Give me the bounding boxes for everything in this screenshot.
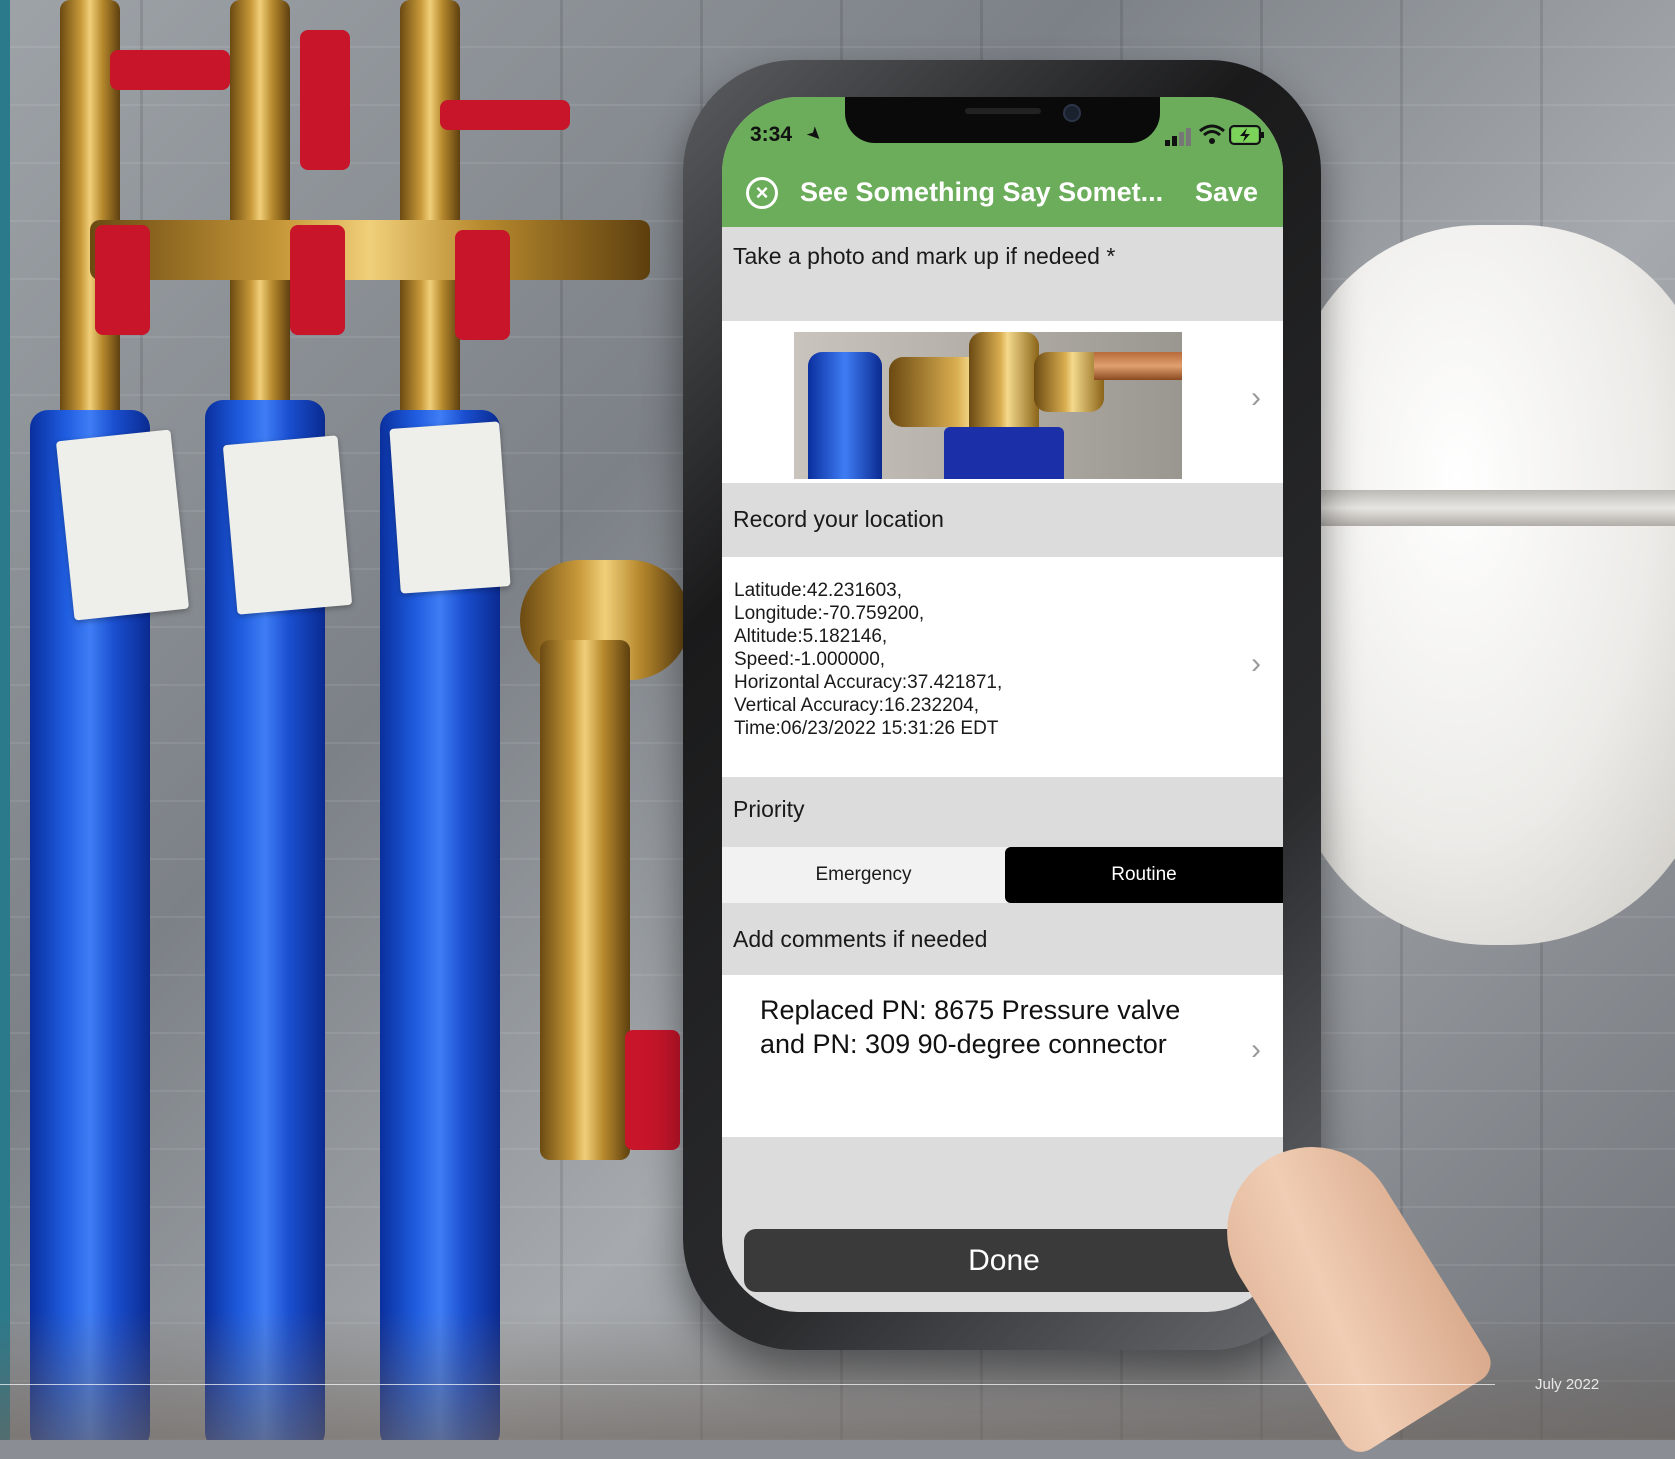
navigation-bar: × See Something Say Somet... Save [722,157,1283,227]
pipe-tag [55,429,190,621]
brass-fitting [400,0,460,420]
footer-divider [0,1384,1495,1385]
priority-segmented-control: Emergency Routine [722,847,1283,903]
signal-bar [1179,132,1184,146]
signal-bars-icon [1165,140,1170,146]
status-icons [1165,124,1265,146]
front-camera [1063,104,1081,122]
red-valve-handle [110,50,230,90]
chevron-right-icon: › [1251,1033,1261,1066]
priority-section-label: Priority [733,796,805,822]
brass-fitting [540,640,630,1160]
location-row[interactable]: Latitude:42.231603, Longitude:-70.759200… [722,557,1283,777]
chevron-right-icon: › [1251,647,1261,680]
location-altitude: Altitude:5.182146, [734,626,888,647]
location-horizontal-accuracy: Horizontal Accuracy:37.421871, [734,672,1003,693]
done-button[interactable]: Done [744,1229,1264,1292]
comments-section-label: Add comments if needed [733,926,988,952]
thumb-blue-handle [944,427,1064,479]
thumb-copper-pipe [1094,352,1182,380]
brass-fitting [90,220,650,280]
priority-option-emergency[interactable]: Emergency [722,847,1005,903]
chevron-right-icon: › [1251,381,1261,414]
red-valve-handle [290,225,345,335]
phone-speaker [965,108,1041,114]
footer-date: July 2022 [1535,1376,1600,1393]
comment-line: Replaced PN: 8675 Pressure valve [760,995,1181,1025]
location-longitude: Longitude:-70.759200, [734,603,925,624]
priority-option-routine[interactable]: Routine [1005,847,1283,903]
phone-notch [845,97,1160,143]
comments-row[interactable]: Replaced PN: 8675 Pressure valve and PN:… [722,975,1283,1137]
location-vertical-accuracy: Vertical Accuracy:16.232204, [734,695,980,716]
expansion-tank [1290,225,1675,945]
battery-charging-icon [1229,125,1264,145]
red-valve-handle [440,100,570,130]
slide-left-accent-bar [0,0,10,1440]
red-valve-handle [300,30,350,170]
save-button[interactable]: Save [1195,177,1258,208]
brass-fitting [230,0,290,420]
red-valve-handle [625,1030,680,1150]
signal-bar [1186,128,1191,146]
location-speed: Speed:-1.000000, [734,649,886,670]
pipe-tag [389,421,511,594]
signal-bar [1172,136,1177,146]
red-valve-handle [95,225,150,335]
location-latitude: Latitude:42.231603, [734,580,902,601]
red-valve-handle [455,230,510,340]
status-time: 3:34 [750,123,793,146]
comment-line: and PN: 309 90-degree connector [760,1029,1167,1059]
expansion-tank-band [1290,490,1675,526]
location-time: Time:06/23/2022 15:31:26 EDT [734,718,999,739]
wifi-icon [1199,124,1225,144]
comment-text: Replaced PN: 8675 Pressure valve and PN:… [760,993,1180,1061]
location-section-label: Record your location [733,506,944,532]
photo-row[interactable]: › [722,321,1283,483]
pipe-tag [222,435,353,615]
phone-screen: 3:34 ➤ × See Something Say Somet... Save [722,97,1283,1312]
location-arrow-icon: ➤ [802,121,828,147]
location-details: Latitude:42.231603, Longitude:-70.759200… [734,579,1002,740]
thumb-blue-pipe [808,352,882,479]
photo-section-label: Take a photo and mark up if nedeed * [733,243,1116,269]
close-circle-icon[interactable]: × [746,177,778,209]
page-title: See Something Say Somet... [800,177,1164,207]
photo-thumbnail[interactable] [794,332,1182,479]
